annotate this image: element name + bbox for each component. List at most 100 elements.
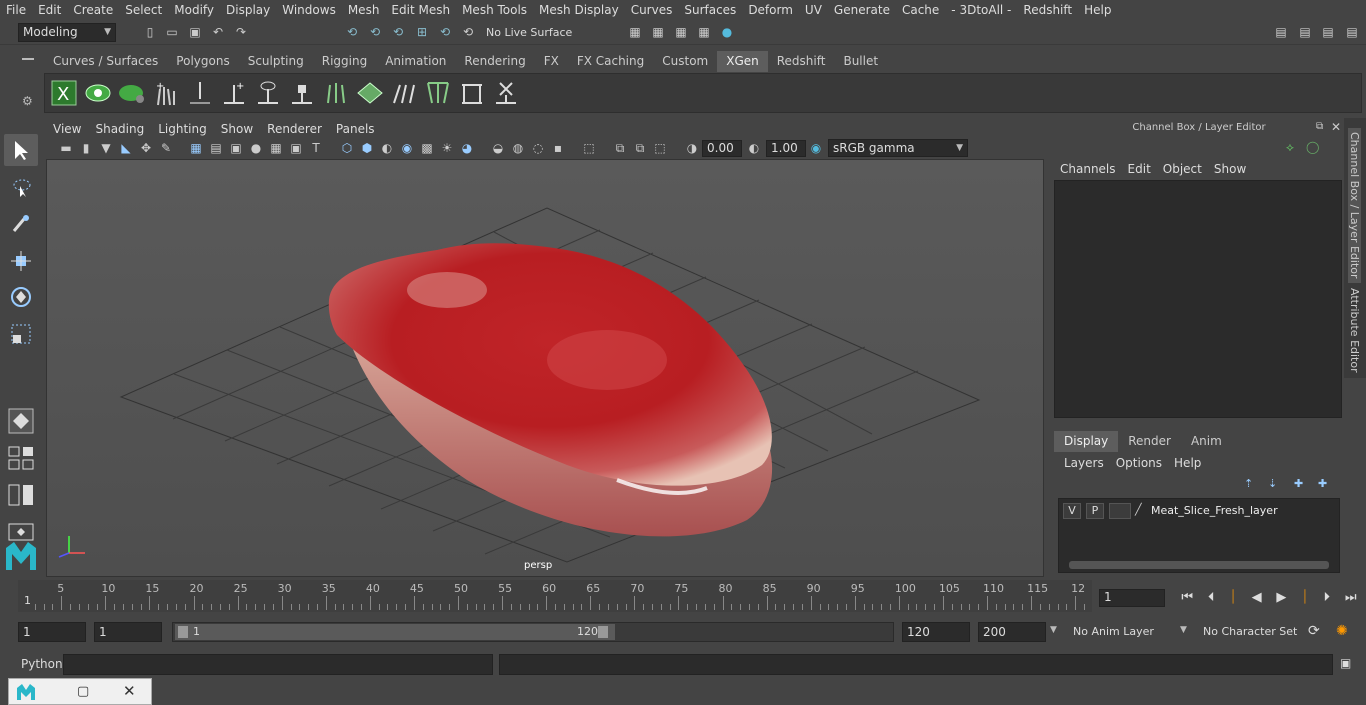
textured-icon[interactable]: ◉ <box>399 140 415 156</box>
wireframe-icon[interactable]: ⬡ <box>339 140 355 156</box>
xgen-grid-icon[interactable] <box>355 78 385 108</box>
shelf-tab-fx[interactable]: FX <box>535 51 568 72</box>
layer-menu-options[interactable]: Options <box>1110 454 1168 472</box>
undo-icon[interactable]: ↶ <box>210 24 226 40</box>
auto-key-icon[interactable]: ⟳ <box>1308 623 1320 639</box>
menu-modify[interactable]: Modify <box>168 0 220 20</box>
shelf-tab-rendering[interactable]: Rendering <box>455 51 534 72</box>
render-settings-icon[interactable]: ▦ <box>696 24 712 40</box>
go-to-end-icon[interactable]: ⏭ <box>1345 590 1357 605</box>
menu-create[interactable]: Create <box>67 0 119 20</box>
shelf-tab-redshift[interactable]: Redshift <box>768 51 835 72</box>
menu-mesh[interactable]: Mesh <box>342 0 386 20</box>
animation-preferences-icon[interactable]: ✺ <box>1336 623 1348 639</box>
layer-playback-toggle[interactable]: P <box>1086 503 1104 519</box>
command-input[interactable] <box>63 654 493 675</box>
exposure-icon[interactable]: ◑ <box>684 140 700 156</box>
shelf-settings-icon[interactable]: ⚙ <box>22 94 33 108</box>
float-panel-icon[interactable]: ⧉ <box>1316 121 1323 132</box>
color-space-dropdown[interactable]: sRGB gamma ▼ <box>828 139 968 157</box>
playback-start-field[interactable]: 1 <box>94 622 162 642</box>
shelf-tab-rigging[interactable]: Rigging <box>313 51 376 72</box>
maya-window-icon[interactable] <box>15 683 37 701</box>
toggle-attribute-icon[interactable]: ▤ <box>1320 24 1336 40</box>
new-layer-icon[interactable]: ✚ <box>1294 477 1303 490</box>
layer-list-scrollbar[interactable] <box>1069 561 1329 569</box>
use-all-lights-icon[interactable]: ▩ <box>419 140 435 156</box>
menu-file[interactable]: File <box>0 0 32 20</box>
layout-single-icon[interactable] <box>4 442 38 474</box>
go-to-start-icon[interactable]: ⏮ <box>1181 590 1193 605</box>
menu-deform[interactable]: Deform <box>742 0 799 20</box>
layer-color-icon[interactable]: ╱ <box>1135 503 1142 516</box>
layer-menu-layers[interactable]: Layers <box>1058 454 1110 472</box>
panel-menu-lighting[interactable]: Lighting <box>151 122 214 136</box>
xray-active-icon[interactable]: ⧉ <box>632 140 648 156</box>
anti-aliasing-icon[interactable]: ◍ <box>510 140 526 156</box>
maya-logo-icon[interactable] <box>4 540 38 572</box>
command-language-label[interactable]: Python <box>21 657 63 671</box>
step-back-key-icon[interactable]: ⏐ <box>1229 590 1236 605</box>
xgen-interactive-groom-icon[interactable] <box>389 78 419 108</box>
xgen-fx-icon[interactable] <box>491 78 521 108</box>
resolution-gate-icon[interactable]: ▣ <box>228 140 244 156</box>
panel-menu-show[interactable]: Show <box>214 122 260 136</box>
workspace-icon[interactable]: ▤ <box>1273 24 1289 40</box>
menu-mesh-tools[interactable]: Mesh Tools <box>456 0 533 20</box>
layer-tab-anim[interactable]: Anim <box>1181 431 1232 452</box>
shelf-menu-icon[interactable] <box>22 58 34 60</box>
menu-edit-mesh[interactable]: Edit Mesh <box>385 0 456 20</box>
perspective-viewport[interactable]: persp <box>46 159 1044 577</box>
grid-toggle-icon[interactable]: ▦ <box>188 140 204 156</box>
safe-action-icon[interactable]: ▣ <box>288 140 304 156</box>
menu-generate[interactable]: Generate <box>828 0 896 20</box>
character-set-dropdown[interactable]: No Character Set <box>1198 622 1298 642</box>
menu-3dtoall[interactable]: - 3DtoAll - <box>945 0 1017 20</box>
menu-edit[interactable]: Edit <box>32 0 67 20</box>
safe-title-icon[interactable]: T <box>308 140 324 156</box>
shadows-icon[interactable]: ☀ <box>439 140 455 156</box>
xgen-cut-icon[interactable] <box>457 78 487 108</box>
wireframe-on-shaded-icon[interactable]: ◐ <box>379 140 395 156</box>
hypershade-icon[interactable]: ● <box>719 24 735 40</box>
chevron-down-icon[interactable]: ▼ <box>1050 625 1057 635</box>
menu-cache[interactable]: Cache <box>896 0 945 20</box>
channel-menu-edit[interactable]: Edit <box>1122 160 1157 178</box>
xgen-clear-preview-icon[interactable] <box>117 78 147 108</box>
current-frame-field[interactable]: 1 <box>1099 589 1165 607</box>
channel-menu-object[interactable]: Object <box>1157 160 1208 178</box>
paint-select-tool-icon[interactable] <box>4 208 38 240</box>
film-gate-icon[interactable]: ▤ <box>208 140 224 156</box>
select-component-icon[interactable]: ⟲ <box>390 24 406 40</box>
script-editor-icon[interactable]: ▣ <box>1340 656 1351 670</box>
layer-tab-display[interactable]: Display <box>1054 431 1119 452</box>
xray-joints-icon[interactable]: ⧉ <box>612 140 628 156</box>
save-scene-icon[interactable]: ▣ <box>187 24 203 40</box>
move-layer-down-icon[interactable]: ⇣ <box>1268 477 1277 490</box>
range-slider-bar[interactable] <box>175 624 615 640</box>
manipulator-icon[interactable]: ◯ <box>1306 140 1319 154</box>
color-management-icon[interactable]: ◉ <box>808 140 824 156</box>
toggle-channelbox-icon[interactable]: ▤ <box>1344 24 1360 40</box>
snap-curve-icon[interactable]: ⟲ <box>437 24 453 40</box>
anim-layer-dropdown[interactable]: No Anim Layer <box>1068 622 1172 642</box>
channel-menu-show[interactable]: Show <box>1208 160 1252 178</box>
smooth-shade-icon[interactable]: ⬢ <box>359 140 375 156</box>
close-icon[interactable]: ✕ <box>1331 120 1341 134</box>
select-object-icon[interactable]: ⟲ <box>367 24 383 40</box>
mode-dropdown[interactable]: Modeling ▼ <box>18 23 116 42</box>
layout-split-icon[interactable] <box>4 479 38 511</box>
grease-pencil-icon[interactable]: ✎ <box>158 140 174 156</box>
play-forward-icon[interactable]: ▶ <box>1276 590 1286 605</box>
toggle-panel-icon[interactable]: ▤ <box>1297 24 1313 40</box>
xray-icon[interactable]: ⬚ <box>581 140 597 156</box>
gamma-field[interactable]: 1.00 <box>766 140 806 157</box>
menu-help[interactable]: Help <box>1078 0 1117 20</box>
gamma-icon[interactable]: ◐ <box>746 140 762 156</box>
menu-select[interactable]: Select <box>119 0 168 20</box>
step-back-icon[interactable]: ⏴ <box>1208 590 1215 605</box>
snap-grid-icon[interactable]: ⊞ <box>414 24 430 40</box>
layer-row[interactable]: V P ╱ Meat_Slice_Fresh_layer <box>1063 503 1333 521</box>
menu-display[interactable]: Display <box>220 0 276 20</box>
step-forward-icon[interactable]: ⏵ <box>1324 590 1331 605</box>
